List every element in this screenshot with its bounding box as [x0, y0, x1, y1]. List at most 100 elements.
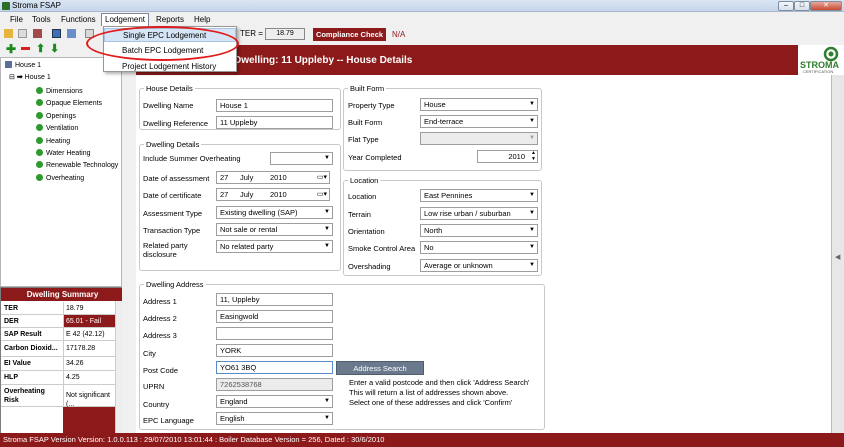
grid-icon[interactable] [85, 29, 94, 38]
minimize-button[interactable]: – [778, 1, 794, 11]
tree-item-openings[interactable]: Openings [36, 112, 76, 120]
assessment-month: July [240, 173, 254, 182]
add-icon[interactable]: ✚ [6, 42, 16, 56]
maximize-button[interactable]: □ [794, 1, 810, 11]
epc-language-select[interactable]: English ▼ [216, 412, 333, 425]
tree-item-opaque-elements[interactable]: Opaque Elements [36, 99, 102, 107]
assessment-date-picker[interactable]: 27 July 2010 ▭▾ [216, 171, 330, 184]
post-code-field[interactable]: YO61 3BQ [216, 361, 333, 374]
app-icon [2, 2, 10, 10]
dwelling-name-field[interactable]: House 1 [216, 99, 333, 112]
dwelling-details-legend: Dwelling Details [144, 140, 202, 149]
tree-dwelling[interactable]: ⊟ ➡ House 1 [9, 73, 51, 81]
assessment-type-select[interactable]: Existing dwelling (SAP) ▼ [216, 206, 333, 219]
terrain-value: Low rise urban / suburban [424, 209, 511, 218]
save-all-icon[interactable] [67, 29, 76, 38]
terrain-select[interactable]: Low rise urban / suburban ▼ [420, 207, 538, 220]
menu-item-batch-epc-lodgement[interactable]: Batch EPC Lodgement [104, 44, 236, 58]
summary-value: 17178.28 [63, 341, 115, 356]
menu-file[interactable]: File [10, 15, 23, 24]
summary-key: SAP Result [4, 331, 42, 338]
city-field[interactable]: YORK [216, 344, 333, 357]
compliance-check-button[interactable]: Compliance Check [313, 28, 386, 41]
chevron-down-icon: ▼ [529, 227, 535, 233]
menu-lodgement[interactable]: Lodgement [101, 13, 150, 27]
menu-help[interactable]: Help [194, 15, 210, 24]
location-legend: Location [348, 176, 381, 185]
related-party-select[interactable]: No related party ▼ [216, 240, 333, 253]
property-type-select[interactable]: House ▼ [420, 98, 538, 111]
address-1-field[interactable]: 11, Uppleby [216, 293, 333, 306]
built-form-value: End-terrace [424, 117, 464, 126]
transaction-type-select[interactable]: Not sale or rental ▼ [216, 223, 333, 236]
property-type-label: Property Type [348, 101, 395, 110]
check-icon [36, 149, 43, 156]
collapse-arrow-icon[interactable]: ◀ [835, 253, 840, 261]
orientation-select[interactable]: North ▼ [420, 224, 538, 237]
summary-row-ei: EI Value 34.26 [1, 357, 115, 371]
menu-tools[interactable]: Tools [32, 15, 51, 24]
move-down-icon[interactable]: ⬇ [50, 42, 59, 55]
address-3-label: Address 3 [143, 331, 177, 340]
address-search-button[interactable]: Address Search [336, 361, 424, 375]
year-completed-spinner[interactable]: 2010 ▲ ▼ [477, 150, 538, 163]
house-details-group: House Details Dwelling Name House 1 Dwel… [139, 84, 341, 130]
tree-item-ventilation[interactable]: Ventilation [36, 124, 78, 132]
built-form-select[interactable]: End-terrace ▼ [420, 115, 538, 128]
overshading-select[interactable]: Average or unknown ▼ [420, 259, 538, 272]
dwelling-reference-field[interactable]: 11 Uppleby [216, 116, 333, 129]
location-select[interactable]: East Pennines ▼ [420, 189, 538, 202]
tree-item-overheating[interactable]: Overheating [36, 174, 84, 182]
tree-item-label: Ventilation [46, 125, 79, 132]
save-icon[interactable] [52, 29, 61, 38]
tree-dwelling-label: House 1 [24, 74, 51, 81]
address-2-field[interactable]: Easingwold [216, 310, 333, 323]
calendar-icon[interactable]: ▭▾ [317, 189, 327, 200]
close-button[interactable]: ✕ [810, 1, 842, 11]
overshading-label: Overshading [348, 262, 391, 271]
certificate-date-picker[interactable]: 27 July 2010 ▭▾ [216, 188, 330, 201]
assessment-day: 27 [220, 173, 229, 182]
move-up-icon[interactable]: ⬆ [36, 42, 45, 55]
tree-item-dimensions[interactable]: Dimensions [36, 87, 83, 95]
summer-overheating-label: Include Summer Overheating [143, 154, 241, 163]
chevron-down-icon: ▼ [324, 155, 330, 161]
chevron-down-icon: ▼ [529, 210, 535, 216]
summer-overheating-select[interactable]: ▼ [270, 152, 333, 165]
tree-root[interactable]: House 1 [5, 61, 41, 69]
collapse-icon[interactable]: ⊟ [9, 74, 15, 81]
spinner-arrows-icon[interactable]: ▲ ▼ [531, 151, 536, 162]
new-document-icon[interactable] [18, 29, 27, 38]
project-tree: House 1 ⊟ ➡ House 1 Dimensions Opaque El… [0, 57, 122, 287]
summary-value: E 42 (42.12) [63, 328, 115, 340]
stroma-logo: STROMA CERTIFICATION [798, 45, 844, 75]
smoke-control-select[interactable]: No ▼ [420, 241, 538, 254]
menu-item-single-epc-lodgement[interactable]: Single EPC Lodgement [104, 28, 236, 42]
open-folder-icon[interactable] [4, 29, 13, 38]
address-3-field[interactable] [216, 327, 333, 340]
transaction-type-label: Transaction Type [143, 226, 201, 235]
right-collapse-bar[interactable]: ◀ [831, 75, 844, 433]
tree-item-water-heating[interactable]: Water Heating [36, 149, 90, 157]
dwelling-address-group: Dwelling Address Address 1 11, Uppleby A… [139, 280, 545, 430]
menu-item-project-lodgement-history[interactable]: Project Lodgement History [104, 60, 236, 74]
dwelling-address-legend: Dwelling Address [144, 280, 206, 289]
remove-icon[interactable] [21, 47, 30, 50]
books-icon[interactable] [33, 29, 42, 38]
tree-item-label: Water Heating [46, 150, 91, 157]
chevron-down-icon: ▼ [324, 415, 330, 421]
menu-functions[interactable]: Functions [61, 15, 96, 24]
uprn-field[interactable]: 7262538768 [216, 378, 333, 391]
flat-type-select[interactable]: ▼ [420, 132, 538, 145]
summary-value: Not significant (... [63, 385, 115, 408]
summary-title: Dwelling Summary [1, 288, 124, 301]
tree-item-renewable-technology[interactable]: Renewable Technology [36, 161, 118, 169]
tree-item-label: Heating [46, 138, 71, 145]
calendar-icon[interactable]: ▭▾ [317, 172, 327, 183]
menu-reports[interactable]: Reports [156, 15, 184, 24]
tree-item-heating[interactable]: Heating [36, 137, 70, 145]
year-completed-label: Year Completed [348, 153, 402, 162]
country-select[interactable]: England ▼ [216, 395, 333, 408]
certificate-day: 27 [220, 190, 229, 199]
panel-splitter[interactable] [122, 57, 136, 445]
